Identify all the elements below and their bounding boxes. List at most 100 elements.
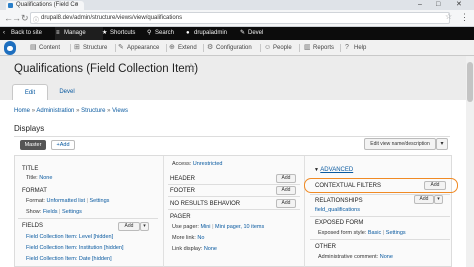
show-settings-link[interactable]: Settings: [62, 209, 82, 215]
fields-add-caret-icon[interactable]: ▾: [140, 222, 149, 231]
advanced-label: ADVANCED: [320, 167, 354, 173]
manage-label: Manage: [64, 30, 86, 36]
shortcuts-tab[interactable]: ★ Shortcuts: [101, 27, 135, 40]
devel-label: Devel: [248, 30, 264, 36]
breadcrumb-sep: »: [76, 108, 80, 114]
tab-devel[interactable]: Devel: [52, 84, 82, 100]
page-info-icon[interactable]: ⓘ: [33, 15, 39, 24]
forward-arrow-icon[interactable]: →: [12, 12, 21, 24]
more-link-label: More link:: [172, 235, 196, 241]
header-add-button[interactable]: Add: [276, 174, 296, 183]
relationship-item[interactable]: field_qualifications: [315, 207, 360, 214]
link-display-setting: Link display: None: [172, 246, 217, 253]
divider: [18, 218, 158, 219]
contextual-filters-add-button[interactable]: Add: [424, 181, 446, 190]
search-label: Search: [155, 30, 175, 36]
breadcrumb-sep: »: [107, 108, 111, 114]
menu-extend-label: Extend: [178, 45, 197, 51]
menu-people[interactable]: ☺ People: [264, 40, 292, 56]
back-to-site-label: Back to site: [11, 30, 43, 36]
admin-comment-link[interactable]: None: [380, 254, 393, 260]
relationships-add-caret-icon[interactable]: ▾: [434, 195, 443, 204]
structure-icon: ⊞: [74, 44, 80, 51]
extend-icon: ⊕: [169, 44, 175, 51]
edit-view-name-button[interactable]: Edit view name/description: [364, 138, 436, 150]
master-display-tab[interactable]: Master: [20, 140, 46, 150]
separator: |: [86, 198, 88, 204]
page-title: Qualifications (Field Collection Item): [14, 63, 199, 75]
menu-reports[interactable]: ▥ Reports: [304, 40, 334, 56]
back-to-site-link[interactable]: ‹ Back to site: [2, 27, 42, 40]
field-row[interactable]: Field Collection Item: Institution [hidd…: [26, 245, 124, 252]
use-pager-setting: Use pager: Mini | Mini pager, 10 items: [172, 224, 264, 231]
mini-pager-link[interactable]: Mini pager, 10 items: [215, 224, 264, 230]
field-level-link[interactable]: Field Collection Item: Level [hidden]: [26, 234, 113, 240]
add-shortcut-star-icon[interactable]: ☆: [186, 61, 196, 74]
reload-icon[interactable]: ↻: [21, 12, 29, 24]
breadcrumb-structure[interactable]: Structure: [81, 108, 105, 114]
manage-tab[interactable]: ≡ Manage: [55, 27, 103, 40]
menu-content[interactable]: ▤ Content: [30, 40, 60, 56]
relationships-add-button[interactable]: Add: [414, 195, 434, 204]
link-display-value-link[interactable]: None: [204, 246, 217, 252]
access-value-link[interactable]: Unrestricted: [193, 161, 223, 167]
breadcrumb-views[interactable]: Views: [112, 108, 128, 114]
column-divider: [163, 156, 164, 267]
menu-help-label: Help: [354, 45, 367, 51]
scrollbar-thumb[interactable]: [467, 62, 473, 102]
close-window-icon[interactable]: ✕: [456, 0, 462, 10]
exposed-form-style-link[interactable]: Basic: [368, 230, 381, 236]
menu-people-label: People: [273, 45, 292, 51]
format-value-link[interactable]: Unformatted list: [46, 198, 85, 204]
pager-section-heading: PAGER: [170, 214, 191, 220]
minimize-icon[interactable]: –: [418, 0, 422, 10]
breadcrumb-home[interactable]: Home: [14, 108, 30, 114]
field-row[interactable]: Field Collection Item: Level [hidden]: [26, 234, 113, 241]
footer-add-button[interactable]: Add: [276, 186, 296, 195]
more-link-value-link[interactable]: No: [197, 235, 204, 241]
no-results-add-button[interactable]: Add: [276, 199, 296, 208]
breadcrumb-administration[interactable]: Administration: [36, 108, 74, 114]
use-pager-link[interactable]: Mini: [200, 224, 210, 230]
title-value-link[interactable]: None: [39, 175, 52, 181]
fields-add-button[interactable]: Add: [118, 222, 140, 231]
contextual-filters-heading: CONTEXTUAL FILTERS: [315, 183, 382, 189]
column-divider: [304, 156, 305, 267]
menu-structure[interactable]: ⊞ Structure: [74, 40, 107, 56]
add-display-button[interactable]: +Add: [51, 140, 75, 150]
browser-menu-icon[interactable]: ⋮: [460, 12, 469, 23]
relationship-link[interactable]: field_qualifications: [315, 207, 360, 213]
bookmark-star-icon[interactable]: ☆: [445, 12, 452, 21]
menu-extend[interactable]: ⊕ Extend: [169, 40, 197, 56]
maximize-icon[interactable]: □: [436, 0, 440, 10]
advanced-toggle[interactable]: ▼ ADVANCED: [314, 166, 353, 174]
relationships-heading: RELATIONSHIPS: [315, 198, 363, 204]
edit-view-dropdown-caret-icon[interactable]: ▾: [436, 138, 448, 150]
menu-configuration[interactable]: ⚙ Configuration: [207, 40, 252, 56]
show-fields-link[interactable]: Fields: [43, 209, 58, 215]
drupal-logo-icon[interactable]: [4, 41, 16, 55]
show-setting: Show: Fields | Settings: [26, 209, 82, 216]
header-section-heading: HEADER: [170, 176, 196, 182]
field-institution-link[interactable]: Field Collection Item: Institution [hidd…: [26, 245, 124, 251]
menu-help[interactable]: ? Help: [345, 40, 366, 56]
exposed-form-heading: EXPOSED FORM: [315, 220, 364, 226]
drupal-favicon-icon: [8, 3, 13, 8]
tab-edit[interactable]: Edit: [12, 84, 48, 100]
devel-tab[interactable]: ✎ Devel: [239, 27, 263, 40]
search-tab[interactable]: ⚲ Search: [146, 27, 174, 40]
user-tab[interactable]: ● drupaladmin: [185, 27, 227, 40]
field-date-link[interactable]: Field Collection Item: Date [hidden]: [26, 256, 112, 262]
browser-tab[interactable]: Qualifications (Field Co: [6, 1, 84, 10]
format-settings-link[interactable]: Settings: [90, 198, 110, 204]
close-tab-icon[interactable]: ×: [75, 1, 79, 10]
field-row[interactable]: Field Collection Item: Date [hidden]: [26, 256, 112, 263]
reports-icon: ▥: [304, 44, 311, 51]
url-input[interactable]: drupal8.dev/admin/structure/views/view/q…: [30, 12, 450, 24]
menu-divider: [166, 44, 167, 52]
menu-appearance[interactable]: ✎ Appearance: [118, 40, 159, 56]
wrench-icon: ✎: [240, 30, 246, 36]
menu-icon: ≡: [56, 30, 60, 36]
appearance-icon: ✎: [118, 44, 124, 51]
exposed-form-settings-link[interactable]: Settings: [386, 230, 406, 236]
